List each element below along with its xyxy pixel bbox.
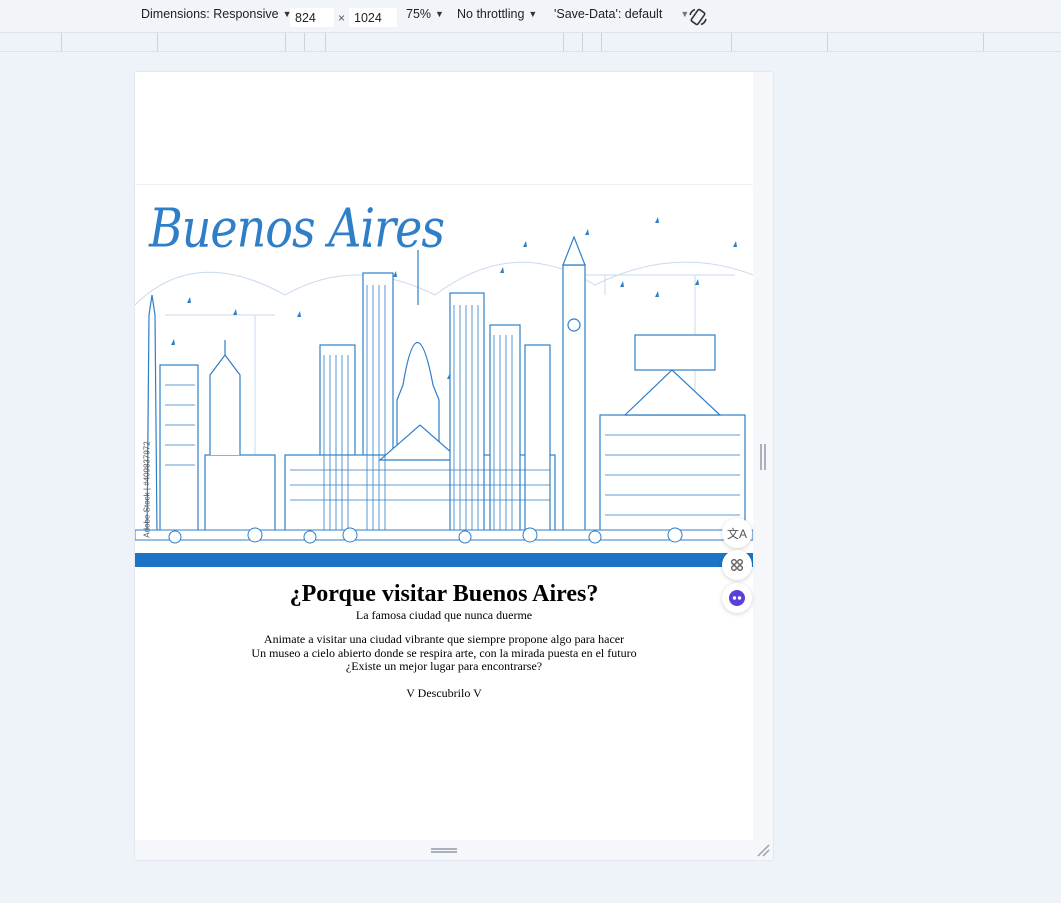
paragraph-line: Un museo a cielo abierto donde se respir…	[251, 645, 637, 660]
banner-title: Buenos Aires	[149, 197, 445, 260]
rotate-icon[interactable]	[688, 7, 708, 27]
device-toolbar: Dimensions: Responsive ▼ × 75% ▼ No thro…	[0, 0, 1061, 33]
page-content: ¿Porque visitar Buenos Aires? La famosa …	[135, 580, 753, 700]
stock-credit: Adobe Stock | #409837972	[142, 441, 152, 538]
throttling-label: No throttling	[457, 7, 525, 21]
save-data-label: 'Save-Data': default	[554, 7, 663, 21]
zoom-dropdown[interactable]: 75% ▼	[406, 7, 444, 21]
grid-icon	[731, 559, 743, 571]
apps-button[interactable]	[722, 550, 752, 580]
dimensions-label: Dimensions: Responsive	[141, 7, 279, 21]
throttling-dropdown[interactable]: No throttling ▼	[457, 7, 537, 21]
resize-handle-right[interactable]	[760, 444, 766, 470]
page-heading: ¿Porque visitar Buenos Aires?	[289, 581, 599, 607]
media-query-ruler[interactable]	[0, 33, 1061, 52]
dimensions-dropdown[interactable]: Dimensions: Responsive ▼	[141, 7, 291, 21]
width-input[interactable]	[290, 8, 334, 27]
buenos-aires-banner-image: Buenos Aires Adobe Stock | #409837972	[135, 184, 753, 567]
chevron-down-icon: ▼	[435, 9, 444, 19]
chevron-down-icon: ▼	[528, 9, 538, 19]
dimension-separator: ×	[338, 11, 346, 25]
height-input[interactable]	[349, 8, 397, 27]
translate-button[interactable]: 文A	[722, 518, 752, 548]
paragraph-line: Animate a visitar una ciudad vibrante qu…	[263, 632, 625, 646]
resize-handle-bottom[interactable]	[431, 848, 457, 853]
save-data-dropdown[interactable]: 'Save-Data': default ▼	[554, 7, 689, 21]
page-subtitle: La famosa ciudad que nunca duerme	[355, 608, 533, 622]
paragraph-line: ¿Existe un mejor lugar para encontrarse?	[345, 659, 543, 673]
discover-link[interactable]: V Descubrilo V	[135, 686, 753, 700]
resize-corner-icon[interactable]	[756, 843, 770, 857]
zoom-label: 75%	[406, 7, 432, 21]
translate-icon: 文A	[726, 526, 747, 541]
